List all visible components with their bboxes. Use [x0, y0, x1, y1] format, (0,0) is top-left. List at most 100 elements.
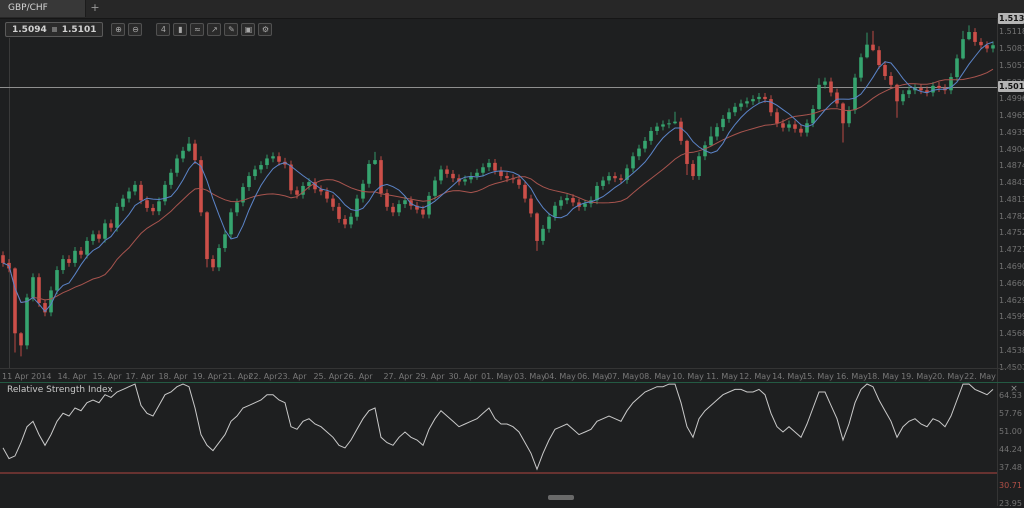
expand-button[interactable]: ↗ [207, 23, 221, 36]
candle-body [973, 32, 977, 42]
rsi-axis-label: 51.00 [999, 427, 1024, 436]
draw-button[interactable]: ✎ [224, 23, 238, 36]
new-tab-button[interactable]: + [88, 0, 102, 17]
time-axis-label: 08. May [639, 372, 671, 381]
trading-app-window: GBP/CHF + 1.51181.50871.50571.50261.4996… [0, 0, 1024, 506]
candle-body [757, 97, 761, 99]
candle-body [919, 88, 923, 90]
candle-body [133, 185, 137, 192]
time-axis-label: 11 Apr 2014 [2, 372, 51, 381]
candle-body [223, 234, 227, 248]
candle-body [451, 174, 455, 178]
time-axis-label: 15. May [802, 372, 834, 381]
settings-icon: ⚙ [262, 25, 269, 34]
candle-body [865, 45, 869, 58]
chart-type-button[interactable]: ▮ [173, 23, 187, 36]
time-axis-label: 11. May [706, 372, 738, 381]
price-chart[interactable] [0, 18, 997, 368]
candle-body [193, 144, 197, 160]
time-axis-label: 18. Apr [158, 372, 187, 381]
candle-body [691, 164, 695, 176]
candle-body [109, 223, 113, 227]
candle-body [463, 179, 467, 181]
candle-body [901, 94, 905, 101]
rsi-title: Relative Strength Index [7, 385, 113, 395]
price-axis-label: 1.4690 [999, 262, 1024, 271]
candle-body [1, 255, 5, 263]
rsi-chart[interactable] [0, 383, 997, 507]
candle-body [307, 182, 311, 186]
indicators-button[interactable]: ≈ [190, 23, 204, 36]
candle-body [931, 86, 935, 93]
price-axis-label: 1.5087 [999, 44, 1024, 53]
panel-resize-handle[interactable] [548, 495, 574, 500]
settings-button[interactable]: ⚙ [258, 23, 272, 36]
candle-body [439, 169, 443, 180]
spread-indicator-icon [52, 27, 57, 32]
price-axis-label: 1.5118 [999, 27, 1024, 36]
candle-body [547, 217, 551, 229]
candle-body [613, 176, 617, 178]
candle-body [127, 191, 131, 198]
candle-body [367, 164, 371, 184]
candle-body [877, 50, 881, 65]
candle-body [907, 90, 911, 94]
candle-body [745, 101, 749, 103]
candle-body [343, 219, 347, 224]
candle-body [61, 259, 65, 270]
rsi-axis-label: 37.48 [999, 463, 1024, 472]
candle-body [139, 185, 143, 200]
tab-gbpchf[interactable]: GBP/CHF [0, 0, 86, 17]
draw-icon: ✎ [228, 25, 235, 34]
candle-body [181, 151, 185, 159]
candle-body [829, 81, 833, 92]
candle-body [529, 199, 533, 214]
price-axis-label: 1.4874 [999, 161, 1024, 170]
time-axis-label: 22. Apr [248, 372, 277, 381]
candle-body [715, 127, 719, 136]
zoom-out-button[interactable]: ⊖ [128, 23, 142, 36]
candle-body [607, 176, 611, 180]
candle-body [955, 58, 959, 77]
timeframe-4h-button[interactable]: 4 [156, 23, 170, 36]
price-axis-label: 1.4904 [999, 145, 1024, 154]
candle-body [805, 123, 809, 132]
candle-body [841, 103, 845, 123]
candle-body [949, 77, 953, 90]
candle-body [169, 173, 173, 185]
candle-body [91, 234, 95, 241]
candle-body [19, 333, 23, 345]
candle-body [553, 206, 557, 217]
candle-body [523, 185, 527, 199]
zoom-out-icon: ⊖ [132, 25, 139, 34]
price-axis-label: 1.4599 [999, 312, 1024, 321]
candle-body [271, 156, 275, 158]
zoom-in-button[interactable]: ⊕ [111, 23, 125, 36]
rsi-axis-label: 23.95 [999, 499, 1024, 508]
rsi-line [3, 384, 993, 469]
high-price-badge: 1.5135 [998, 13, 1024, 24]
time-axis-label: 04. May [544, 372, 576, 381]
candle-body [79, 251, 83, 255]
bid-price: 1.5094 [12, 25, 47, 35]
candle-body [229, 212, 233, 234]
price-axis-label: 1.4721 [999, 245, 1024, 254]
candle-body [727, 112, 731, 119]
candle-body [601, 180, 605, 185]
snapshot-button[interactable]: ▣ [241, 23, 255, 36]
candle-body [13, 268, 17, 333]
indicators-icon: ≈ [194, 25, 201, 34]
time-axis[interactable]: 11 Apr 201414. Apr15. Apr17. Apr18. Apr1… [0, 368, 1024, 382]
candle-body [205, 212, 209, 259]
candle-body [859, 57, 863, 77]
candle-body [397, 204, 401, 212]
candle-body [847, 110, 851, 123]
candle-body [655, 127, 659, 131]
candle-body [571, 198, 575, 202]
candle-body [979, 42, 983, 45]
candle-body [391, 207, 395, 212]
time-axis-label: 23. Apr [277, 372, 306, 381]
candle-body [661, 124, 665, 126]
chart-toolbar: 1.5094 1.5101 ⊕⊖4▮≈↗✎▣⚙ [5, 22, 275, 37]
candle-body [355, 199, 359, 217]
